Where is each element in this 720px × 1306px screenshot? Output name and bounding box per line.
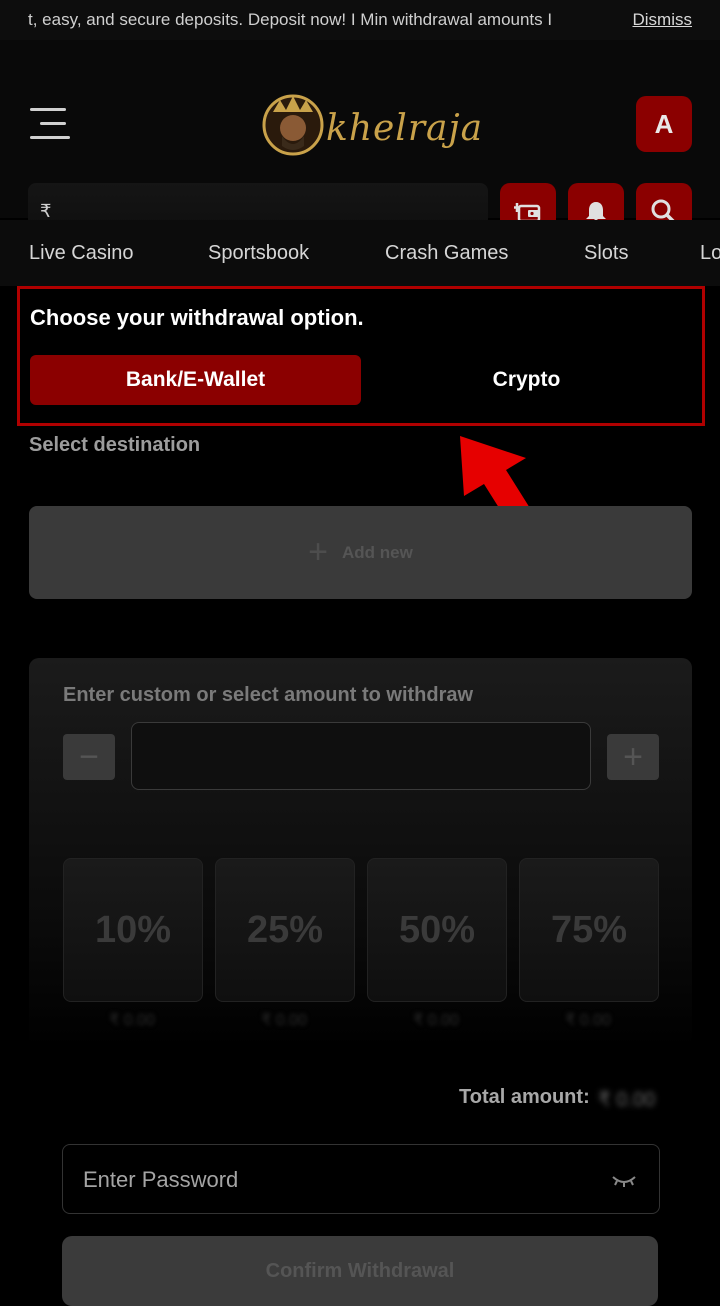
preset-50-button[interactable]: 50% bbox=[367, 858, 507, 1002]
preset-10-value: ₹ 0.00 bbox=[109, 1012, 155, 1029]
tab-bank-e-wallet[interactable]: Bank/E-Wallet bbox=[30, 355, 361, 405]
nav-item-crash-games[interactable]: Crash Games bbox=[385, 242, 508, 265]
increase-amount-button[interactable]: + bbox=[607, 734, 659, 780]
amount-label: Enter custom or select amount to withdra… bbox=[63, 684, 474, 706]
confirm-withdrawal-button[interactable]: Confirm Withdrawal bbox=[62, 1236, 658, 1306]
add-new-label: Add new bbox=[342, 542, 413, 562]
nav-item-lo[interactable]: Lo bbox=[700, 242, 720, 265]
app-header: khelraja A ₹ bbox=[0, 40, 720, 241]
add-new-destination-button[interactable]: + Add new bbox=[29, 506, 692, 599]
withdrawal-option-panel: Choose your withdrawal option. Bank/E-Wa… bbox=[17, 286, 705, 426]
preset-50-value: ₹ 0.00 bbox=[413, 1012, 459, 1029]
nav-item-live-casino[interactable]: Live Casino bbox=[29, 242, 134, 265]
total-amount-value: ₹ 0.00 bbox=[598, 1089, 656, 1111]
nav-item-sportsbook[interactable]: Sportsbook bbox=[208, 242, 309, 265]
banner-ticker-text: t, easy, and secure deposits. Deposit no… bbox=[28, 10, 553, 29]
tab-crypto[interactable]: Crypto bbox=[361, 355, 692, 405]
preset-10-button[interactable]: 10% bbox=[63, 858, 203, 1002]
currency-symbol: ₹ bbox=[40, 201, 52, 221]
preset-75-value: ₹ 0.00 bbox=[565, 1012, 611, 1029]
menu-icon[interactable] bbox=[30, 106, 74, 144]
password-placeholder: Enter Password bbox=[83, 1167, 239, 1192]
preset-75-button[interactable]: 75% bbox=[519, 858, 659, 1002]
promo-banner: t, easy, and secure deposits. Deposit no… bbox=[0, 0, 720, 40]
amount-input[interactable] bbox=[131, 722, 591, 790]
total-amount-label: Total amount: bbox=[459, 1086, 590, 1108]
eye-closed-icon[interactable] bbox=[611, 1173, 637, 1189]
withdrawal-option-title: Choose your withdrawal option. bbox=[30, 305, 364, 330]
select-destination-label: Select destination bbox=[29, 434, 201, 456]
plus-icon: + bbox=[308, 533, 328, 571]
brand-name: khelraja bbox=[326, 108, 484, 149]
nav-item-slots[interactable]: Slots bbox=[584, 242, 628, 265]
user-avatar-button[interactable]: A bbox=[636, 96, 692, 152]
preset-25-value: ₹ 0.00 bbox=[261, 1012, 307, 1029]
category-nav: Live Casino Sportsbook Crash Games Slots… bbox=[0, 220, 720, 286]
dismiss-banner-link[interactable]: Dismiss bbox=[633, 10, 693, 30]
withdraw-amount-card: Enter custom or select amount to withdra… bbox=[29, 658, 692, 1048]
password-field[interactable]: Enter Password bbox=[62, 1144, 660, 1214]
decrease-amount-button[interactable]: − bbox=[63, 734, 115, 780]
preset-25-button[interactable]: 25% bbox=[215, 858, 355, 1002]
